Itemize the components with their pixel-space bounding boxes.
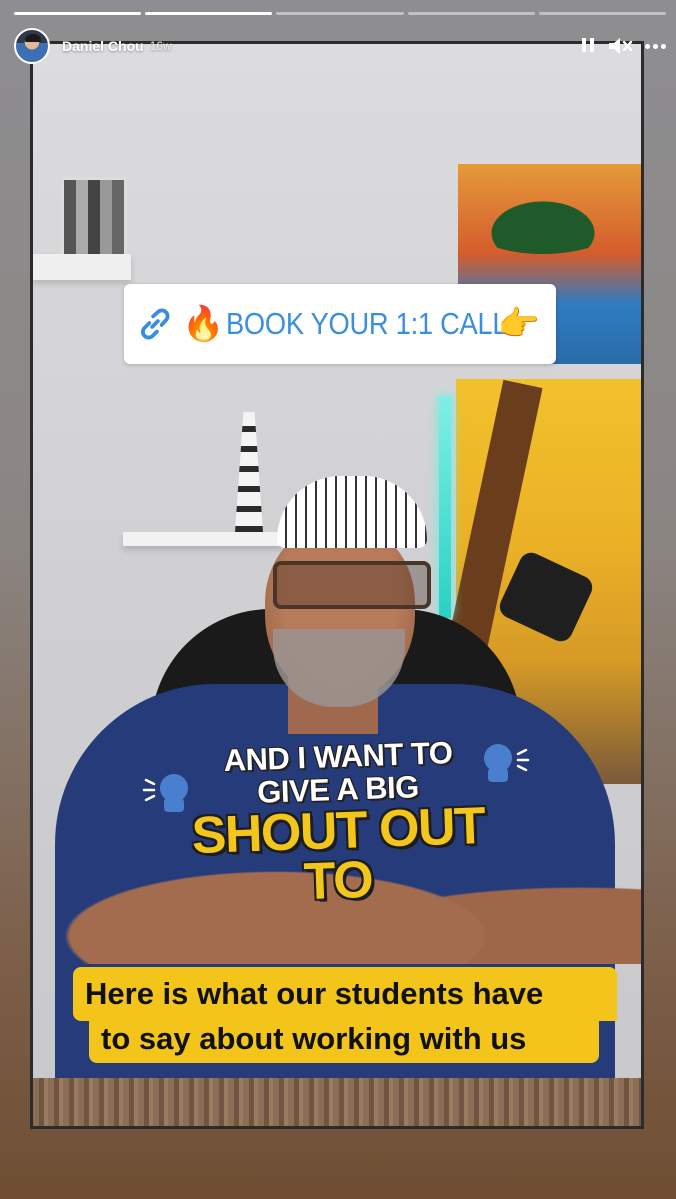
username[interactable]: Daniel Chou — [62, 38, 144, 54]
progress-segment — [145, 12, 273, 15]
progress-segment — [14, 12, 142, 15]
palm-leaves — [463, 184, 623, 254]
progress-segment — [538, 12, 667, 15]
subtitle-line: to say about working with us — [89, 1017, 599, 1063]
desk — [33, 1078, 641, 1126]
progress-segment — [407, 12, 535, 15]
wall-picture — [61, 177, 127, 257]
story-video[interactable] — [33, 44, 641, 1126]
link-sticker-label: BOOK YOUR 1:1 CALL — [226, 306, 508, 341]
story-progress-bar — [14, 12, 667, 15]
pause-icon[interactable] — [581, 38, 595, 54]
pointing-hand-emoji-icon: 👉 — [497, 305, 540, 343]
link-icon — [141, 308, 170, 340]
post-time: 16w — [149, 39, 172, 53]
neon-light — [439, 396, 451, 618]
fire-emoji-icon: 🔥 — [182, 305, 225, 343]
more-dots-icon[interactable] — [645, 40, 666, 53]
story-controls — [581, 36, 666, 56]
progress-segment — [276, 12, 404, 15]
book-call-link-sticker[interactable]: 🔥 BOOK YOUR 1:1 CALL 👉 — [124, 284, 556, 364]
avatar[interactable] — [14, 28, 50, 64]
subtitle-line: Here is what our students have — [73, 967, 617, 1021]
speaker-muted-icon[interactable] — [607, 36, 633, 56]
wall-shelf — [33, 254, 131, 280]
video-caption: AND I WANT TO GIVE A BIG SHOUT OUT TO — [136, 735, 540, 911]
wall-shelf — [123, 532, 283, 546]
person-glasses — [273, 561, 431, 609]
story-header: Daniel Chou 16w — [14, 26, 666, 66]
